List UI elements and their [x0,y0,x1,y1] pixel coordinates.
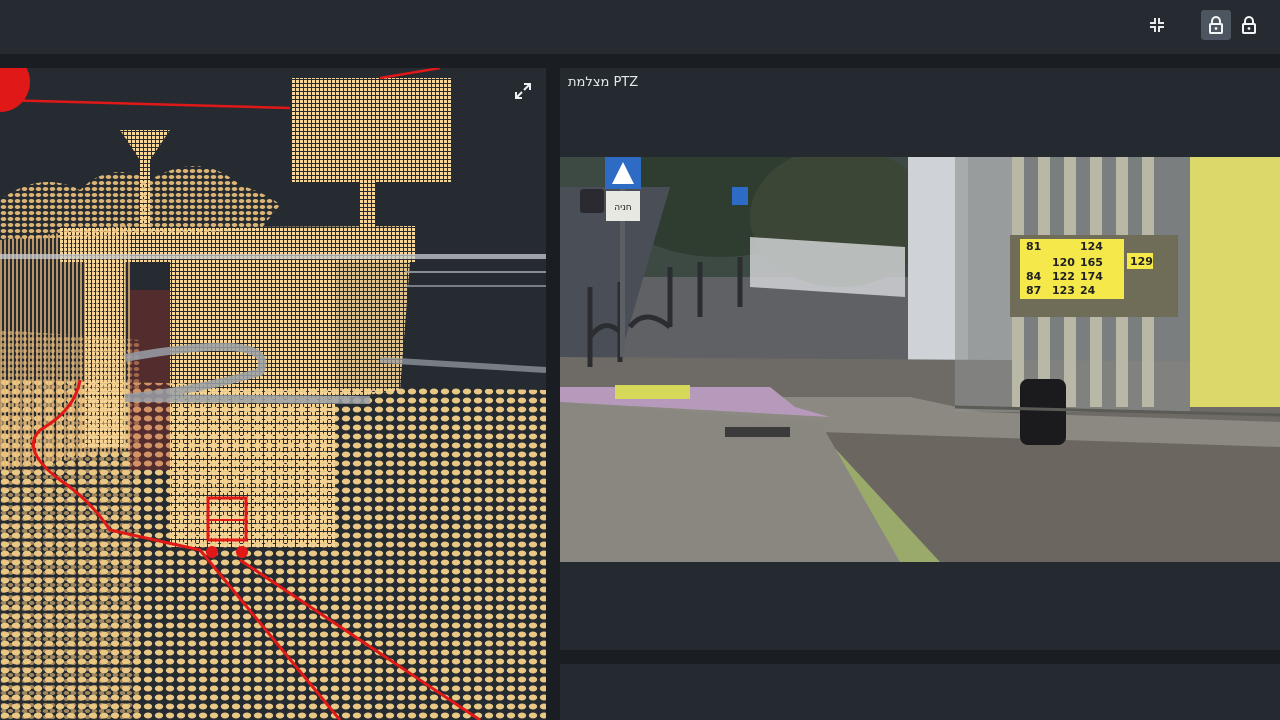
bus-line-165: 165 [1080,256,1103,269]
lock-button-1[interactable] [1201,10,1231,40]
parking-sign-text: חניה [614,203,631,213]
collapse-button[interactable] [1142,10,1172,40]
ptz-camera-feed[interactable]: חניה 81 124 120 165 129 84 122 174 87 12… [560,157,1280,562]
bus-line-24: 24 [1080,284,1096,297]
bus-line-174: 174 [1080,270,1103,283]
lock-icon [1242,16,1256,34]
bottom-divider [560,650,1280,664]
point-cloud-canvas [0,68,546,720]
bus-line-124: 124 [1080,240,1103,253]
bus-line-87: 87 [1026,284,1041,297]
lock-button-2[interactable] [1234,10,1264,40]
bus-line-122: 122 [1052,270,1075,283]
lidar-point-cloud-view[interactable] [0,68,546,720]
panel-divider[interactable] [546,68,560,720]
lock-icon [1209,16,1223,34]
bus-line-81: 81 [1026,240,1041,253]
camera-image: חניה 81 124 120 165 129 84 122 174 87 12… [560,157,1280,562]
bottom-panel [560,664,1280,720]
bus-line-120: 120 [1052,256,1075,269]
bus-line-123: 123 [1052,284,1075,297]
bus-line-129: 129 [1130,255,1153,268]
expand-view-button[interactable] [510,78,536,104]
top-toolbar [0,0,1280,54]
camera-title: מצלמת PTZ [568,75,639,90]
collapse-arrows-icon [1150,18,1164,32]
toolbar-divider [0,54,1280,68]
expand-diagonal-icon [515,83,531,99]
bus-line-84: 84 [1026,270,1042,283]
